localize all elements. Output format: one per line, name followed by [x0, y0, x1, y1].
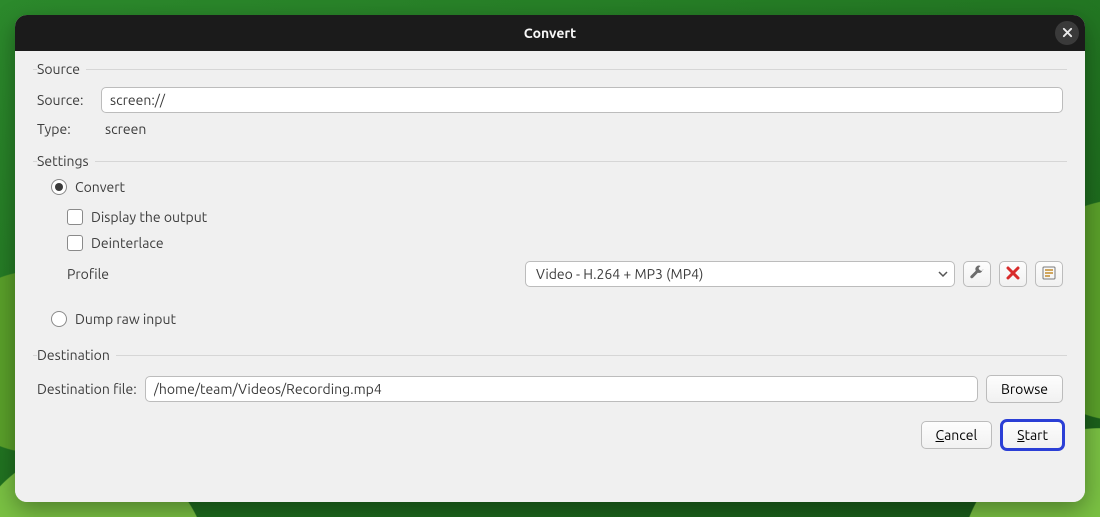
convert-radio-row: Convert — [33, 177, 1067, 197]
settings-legend: Settings — [37, 153, 95, 169]
convert-dialog: Convert Source Source: Type: screen Sett… — [15, 15, 1085, 502]
profile-combo-value: Video - H.264 + MP3 (MP4) — [536, 266, 938, 282]
close-icon — [1062, 25, 1073, 41]
close-button[interactable] — [1055, 21, 1079, 45]
type-value: screen — [101, 121, 146, 137]
dialog-footer: Cancel Start — [33, 413, 1067, 449]
browse-button-label: Browse — [1001, 381, 1048, 397]
edit-profile-button[interactable] — [963, 261, 991, 287]
radio-dot-icon — [51, 179, 67, 195]
titlebar: Convert — [15, 15, 1085, 51]
source-group: Source Source: Type: screen — [33, 61, 1067, 145]
wrench-icon — [969, 265, 985, 284]
display-output-checkbox[interactable]: Display the output — [67, 209, 207, 225]
checkbox-box-icon — [67, 209, 83, 225]
dialog-body: Source Source: Type: screen Settings Con… — [15, 51, 1085, 502]
dump-raw-row: Dump raw input — [33, 309, 1067, 329]
destination-file-label: Destination file: — [37, 381, 137, 397]
convert-radio[interactable]: Convert — [51, 179, 125, 195]
source-legend: Source — [37, 61, 86, 77]
deinterlace-label: Deinterlace — [91, 235, 164, 251]
x-red-icon — [1005, 265, 1021, 284]
radio-dot-icon — [51, 311, 67, 327]
cancel-button[interactable]: Cancel — [921, 421, 993, 449]
destination-row: Destination file: Browse — [33, 371, 1067, 407]
display-output-label: Display the output — [91, 209, 207, 225]
type-row: Type: screen — [33, 119, 1067, 139]
source-row: Source: — [33, 85, 1067, 115]
source-input[interactable] — [101, 87, 1063, 113]
browse-button[interactable]: Browse — [986, 375, 1063, 403]
checkbox-box-icon — [67, 235, 83, 251]
profile-row: Profile Video - H.264 + MP3 (MP4) — [33, 253, 1067, 291]
dump-raw-radio[interactable]: Dump raw input — [51, 311, 176, 327]
source-label: Source: — [37, 92, 93, 108]
destination-group: Destination Destination file: Browse — [33, 347, 1067, 413]
delete-profile-button[interactable] — [999, 261, 1027, 287]
deinterlace-checkbox[interactable]: Deinterlace — [67, 235, 164, 251]
new-profile-icon — [1041, 265, 1057, 284]
profile-combobox[interactable]: Video - H.264 + MP3 (MP4) — [525, 261, 955, 287]
window-title: Convert — [524, 25, 576, 41]
dump-raw-label: Dump raw input — [75, 311, 176, 327]
type-label: Type: — [37, 121, 93, 137]
destination-file-input[interactable] — [145, 376, 978, 402]
start-button[interactable]: Start — [1002, 421, 1063, 449]
profile-label: Profile — [67, 266, 109, 282]
new-profile-button[interactable] — [1035, 261, 1063, 287]
settings-group: Settings Convert Display the output Dein… — [33, 153, 1067, 339]
cancel-button-label: Cancel — [936, 427, 978, 443]
convert-radio-label: Convert — [75, 179, 125, 195]
chevron-down-icon — [938, 269, 948, 279]
deinterlace-row: Deinterlace — [33, 233, 1067, 253]
destination-legend: Destination — [37, 347, 116, 363]
start-button-label: Start — [1017, 427, 1048, 443]
display-output-row: Display the output — [33, 207, 1067, 227]
